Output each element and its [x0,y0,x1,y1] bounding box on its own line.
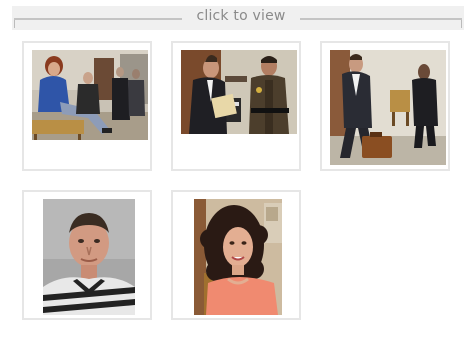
header-bracket-right [461,20,462,28]
thumbnail-3-photo[interactable] [330,50,446,165]
thumbnail-2[interactable] [171,41,301,171]
thumbnail-5-photo[interactable] [194,199,282,315]
header-rule-right [300,18,462,20]
gallery-header: click to view [12,6,464,30]
thumbnail-1-photo[interactable] [32,50,148,140]
click-to-view-label: click to view [196,8,286,24]
thumbnail-4[interactable] [22,190,152,320]
thumbnail-5[interactable] [171,190,301,320]
thumbnail-3[interactable] [320,41,450,171]
thumbnail-1[interactable] [22,41,152,171]
thumbnail-2-photo[interactable] [181,50,297,134]
header-bracket-left [14,20,15,28]
thumbnail-4-photo[interactable] [43,199,135,315]
header-rule-left [14,18,182,20]
